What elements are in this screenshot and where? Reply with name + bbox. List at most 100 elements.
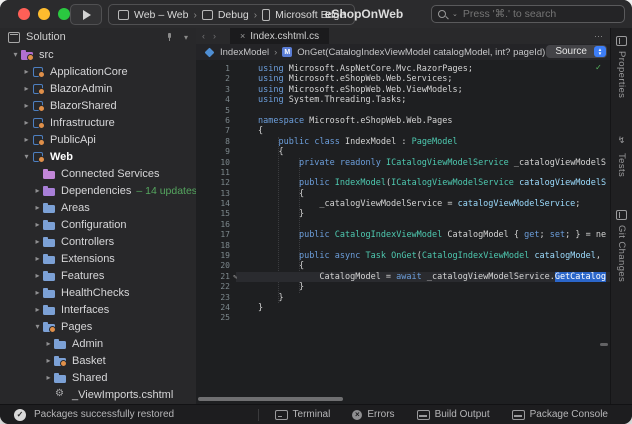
code-area[interactable]: 1using Microsoft.AspNetCore.Mvc.RazorPag… [196,60,610,404]
tree-item-healthchecks[interactable]: ▸HealthChecks [0,284,196,301]
tree-item-applicationcore[interactable]: ▸ApplicationCore [0,63,196,80]
chevron-right-icon[interactable]: ▸ [21,135,32,144]
tree-item-publicapi[interactable]: ▸PublicApi [0,131,196,148]
chevron-right-icon[interactable]: ▸ [21,84,32,93]
chevron-right-icon[interactable]: ▸ [32,305,43,314]
zoom-button[interactable] [58,8,70,20]
code-line-2[interactable]: 2using Microsoft.eShopWeb.Web.Services; [196,74,610,84]
lightning-icon [618,130,626,148]
chevron-down-icon[interactable] [184,31,188,43]
tool-tab-git-changes[interactable]: Git Changes [616,210,627,282]
tree-item-interfaces[interactable]: ▸Interfaces [0,301,196,318]
code-text: } [258,293,284,303]
chevron-right-icon[interactable]: ▸ [32,220,43,229]
chevron-right-icon[interactable]: ▸ [32,254,43,263]
tree-item-basket[interactable]: ▸Basket [0,352,196,369]
close-tab-icon[interactable] [240,31,245,42]
view-mode-selector[interactable]: Source ▲▼ [546,45,607,58]
code-line-14[interactable]: 14 _catalogViewModelService = catalogVie… [196,199,610,209]
code-line-10[interactable]: 10 private readonly ICatalogViewModelSer… [196,158,610,168]
search-input[interactable] [461,7,618,21]
code-line-13[interactable]: 13 { [196,189,610,199]
chevron-right-icon[interactable]: ▸ [43,373,54,382]
code-text: } [258,303,263,313]
code-line-7[interactable]: 7{ [196,126,610,136]
tree-item-infrastructure[interactable]: ▸Infrastructure [0,114,196,131]
line-number: 17 [196,230,230,240]
chevron-down-icon[interactable]: ▾ [21,152,32,161]
tree-item-connected-services[interactable]: Connected Services [0,165,196,182]
code-line-22[interactable]: 22 } [196,282,610,292]
run-button[interactable] [70,4,102,25]
status-message: Packages successfully restored [14,409,174,421]
chevron-right-icon[interactable]: ▸ [43,356,54,365]
tool-button-package-console[interactable]: Package Console [512,409,608,420]
minimize-button[interactable] [38,8,50,20]
code-line-1[interactable]: 1using Microsoft.AspNetCore.Mvc.RazorPag… [196,64,610,74]
chevron-right-icon[interactable]: ▸ [21,101,32,110]
pin-icon[interactable] [166,33,174,42]
tree-item-pages[interactable]: ▾Pages [0,318,196,335]
tree-item-admin[interactable]: ▸Admin [0,335,196,352]
code-line-18[interactable]: 18 [196,241,610,251]
code-line-17[interactable]: 17 public CatalogIndexViewModel CatalogM… [196,230,610,240]
chevron-down-icon[interactable]: ▾ [32,322,43,331]
chevron-right-icon[interactable]: ▸ [32,186,43,195]
chevron-right-icon[interactable]: ▸ [32,271,43,280]
code-line-8[interactable]: 8 public class IndexModel : PageModel [196,137,610,147]
code-line-21[interactable]: 21✎ CatalogModel = await _catalogViewMod… [196,272,610,282]
tree-item-viewimports-cshtml[interactable]: _ViewImports.cshtml [0,386,196,403]
horizontal-scrollbar[interactable] [198,397,343,401]
chevron-right-icon[interactable]: ▸ [32,237,43,246]
code-line-9[interactable]: 9 { [196,147,610,157]
tool-button-terminal[interactable]: Terminal [275,409,331,420]
code-line-3[interactable]: 3using Microsoft.eShopWeb.Web.ViewModels… [196,85,610,95]
edited-pencil-icon: ✎ [233,272,237,282]
run-config-mode[interactable]: Debug [218,9,249,21]
chevron-right-icon[interactable]: ▸ [32,203,43,212]
code-line-12[interactable]: 12 public IndexModel(ICatalogViewModelSe… [196,178,610,188]
tree-item-shared[interactable]: ▸Shared [0,369,196,386]
chevron-right-icon[interactable]: ▸ [32,288,43,297]
tool-button-errors[interactable]: Errors [352,409,394,420]
tree-item-label: Connected Services [61,168,159,180]
tree-item-features[interactable]: ▸Features [0,267,196,284]
tool-tab-properties[interactable]: Properties [616,36,627,98]
chevron-right-icon[interactable]: ▸ [43,339,54,348]
code-line-5[interactable]: 5 [196,106,610,116]
code-line-20[interactable]: 20 { [196,261,610,271]
chevron-down-icon[interactable]: ▾ [10,50,21,59]
tool-button-build-output[interactable]: Build Output [417,409,490,420]
navigate-back-icon[interactable] [202,31,205,41]
search-box[interactable] [431,5,625,23]
code-line-15[interactable]: 15 } [196,209,610,219]
tree-item-extensions[interactable]: ▸Extensions [0,250,196,267]
vertical-scrollbar[interactable] [600,343,608,346]
code-line-19[interactable]: 19 public async Task OnGet(CatalogIndexV… [196,251,610,261]
tree-item-blazorshared[interactable]: ▸BlazorShared [0,97,196,114]
code-line-11[interactable]: 11 [196,168,610,178]
chevron-right-icon[interactable]: ▸ [21,118,32,127]
code-line-23[interactable]: 23 } [196,293,610,303]
tool-tab-tests[interactable]: Tests [616,130,627,177]
tree-item-areas[interactable]: ▸Areas [0,199,196,216]
code-line-6[interactable]: 6namespace Microsoft.eShopWeb.Web.Pages [196,116,610,126]
tree-item-configuration[interactable]: ▸Configuration [0,216,196,233]
run-config-project[interactable]: Web – Web [134,9,188,21]
more-tabs-icon[interactable] [594,31,610,42]
tree-item-controllers[interactable]: ▸Controllers [0,233,196,250]
code-line-16[interactable]: 16 [196,220,610,230]
editor-tab-index-cshtml-cs[interactable]: Index.cshtml.cs [230,28,329,44]
chevron-right-icon[interactable]: ▸ [21,67,32,76]
tree-item-web[interactable]: ▾Web [0,148,196,165]
tree-item-dependencies[interactable]: ▸Dependencies– 14 updates [0,182,196,199]
code-line-24[interactable]: 24} [196,303,610,313]
close-button[interactable] [18,8,30,20]
tree-item-blazoradmin[interactable]: ▸BlazorAdmin [0,80,196,97]
navigate-forward-icon[interactable] [213,31,216,41]
breadcrumb-class[interactable]: IndexModel [220,47,269,58]
code-line-4[interactable]: 4using System.Threading.Tasks; [196,95,610,105]
code-line-25[interactable]: 25 [196,313,610,323]
breadcrumb-member[interactable]: OnGet(CatalogIndexViewModel catalogModel… [297,47,545,58]
tree-item-src[interactable]: ▾src [0,46,196,63]
